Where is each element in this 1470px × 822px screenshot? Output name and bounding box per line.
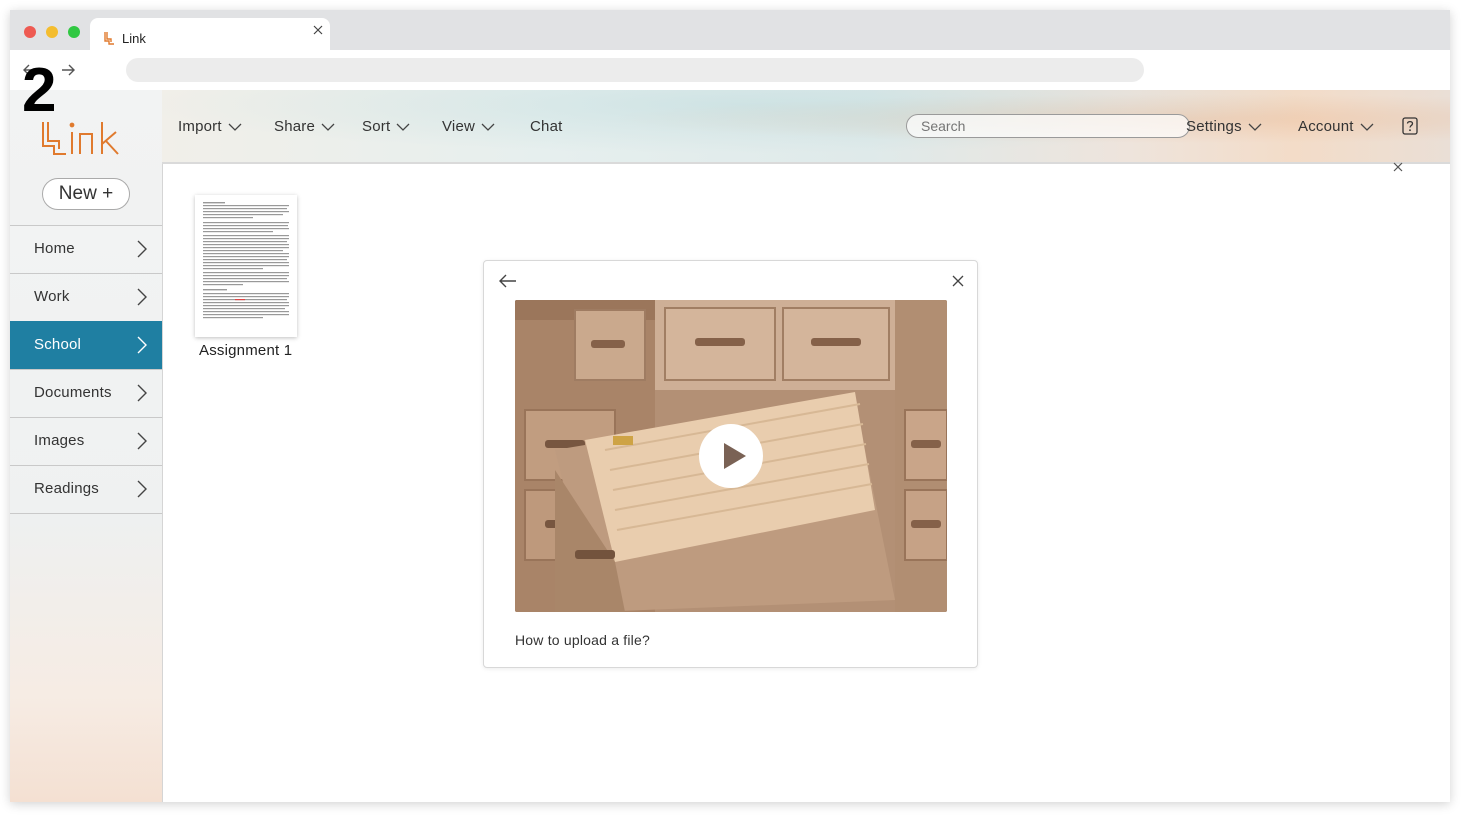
close-icon[interactable] bbox=[1393, 162, 1403, 172]
back-arrow-icon[interactable] bbox=[498, 273, 518, 289]
import-menu[interactable]: Import bbox=[178, 118, 242, 135]
chevron-right-icon bbox=[137, 240, 147, 258]
chevron-down-icon bbox=[396, 123, 410, 131]
window-minimize-dot[interactable] bbox=[46, 26, 58, 38]
file-name[interactable]: Assignment 1 bbox=[199, 342, 292, 359]
chevron-right-icon bbox=[137, 288, 147, 306]
import-menu-label: Import bbox=[178, 118, 222, 135]
video-help-modal: How to upload a file? bbox=[483, 260, 978, 668]
chevron-down-icon bbox=[1360, 123, 1374, 131]
link-logo[interactable] bbox=[40, 120, 132, 156]
share-menu[interactable]: Share bbox=[274, 118, 335, 135]
sidebar-item-readings[interactable]: Readings bbox=[10, 465, 162, 514]
browser-tab[interactable]: Link bbox=[90, 18, 330, 50]
chat-menu-label: Chat bbox=[530, 118, 563, 135]
sidebar-item-label: School bbox=[34, 336, 82, 353]
sidebar-item-images[interactable]: Images bbox=[10, 417, 162, 465]
file-thumbnail-assignment-1[interactable] bbox=[195, 195, 297, 337]
sidebar-nav: Home Work School Documents Images Readin… bbox=[10, 225, 162, 514]
step-number-overlay: 2 bbox=[22, 56, 57, 125]
sidebar-item-label: Images bbox=[34, 432, 85, 449]
play-icon bbox=[724, 443, 746, 469]
video-caption: How to upload a file? bbox=[515, 632, 650, 648]
address-bar[interactable] bbox=[126, 58, 1144, 82]
browser-tab-bar: Link bbox=[10, 10, 1450, 50]
sidebar: New + Home Work School Documents Images bbox=[10, 90, 163, 802]
forward-arrow-icon[interactable] bbox=[60, 62, 76, 78]
new-button[interactable]: New + bbox=[42, 178, 130, 210]
sort-menu-label: Sort bbox=[362, 118, 391, 135]
question-icon[interactable] bbox=[1402, 117, 1418, 135]
sidebar-item-documents[interactable]: Documents bbox=[10, 369, 162, 417]
sidebar-item-label: Work bbox=[34, 288, 70, 305]
sort-menu[interactable]: Sort bbox=[362, 118, 410, 135]
share-menu-label: Share bbox=[274, 118, 316, 135]
account-menu[interactable]: Account bbox=[1298, 118, 1374, 135]
view-menu-label: View bbox=[442, 118, 476, 135]
sidebar-item-home[interactable]: Home bbox=[10, 225, 162, 273]
sidebar-item-label: Documents bbox=[34, 384, 112, 401]
close-icon[interactable] bbox=[952, 275, 964, 287]
play-button[interactable] bbox=[699, 424, 763, 488]
sidebar-item-work[interactable]: Work bbox=[10, 273, 162, 321]
sidebar-item-school[interactable]: School bbox=[10, 321, 162, 369]
settings-menu-label: Settings bbox=[1186, 118, 1242, 135]
sidebar-item-label: Readings bbox=[34, 480, 99, 497]
chevron-down-icon bbox=[321, 123, 335, 131]
settings-menu[interactable]: Settings bbox=[1186, 118, 1262, 135]
video-player[interactable] bbox=[515, 300, 947, 612]
browser-window: Link New + Home Work School Documents Im… bbox=[10, 10, 1450, 802]
tab-close-icon[interactable] bbox=[312, 24, 324, 36]
link-favicon-icon bbox=[104, 32, 114, 45]
chevron-down-icon bbox=[228, 123, 242, 131]
chevron-down-icon bbox=[1248, 123, 1262, 131]
app-header: Import Share Sort View Chat Settings Acc… bbox=[162, 90, 1450, 172]
browser-tab-title: Link bbox=[122, 31, 146, 46]
window-maximize-dot[interactable] bbox=[68, 26, 80, 38]
browser-nav-bar bbox=[10, 50, 1450, 90]
chevron-right-icon bbox=[137, 432, 147, 450]
chevron-right-icon bbox=[137, 336, 147, 354]
document-preview-icon bbox=[203, 202, 289, 319]
chat-menu[interactable]: Chat bbox=[530, 118, 563, 135]
sidebar-item-label: Home bbox=[34, 240, 75, 257]
chevron-down-icon bbox=[481, 123, 495, 131]
search-input[interactable] bbox=[906, 114, 1190, 138]
chevron-right-icon bbox=[137, 384, 147, 402]
window-close-dot[interactable] bbox=[24, 26, 36, 38]
account-menu-label: Account bbox=[1298, 118, 1354, 135]
chevron-right-icon bbox=[137, 480, 147, 498]
view-menu[interactable]: View bbox=[442, 118, 495, 135]
